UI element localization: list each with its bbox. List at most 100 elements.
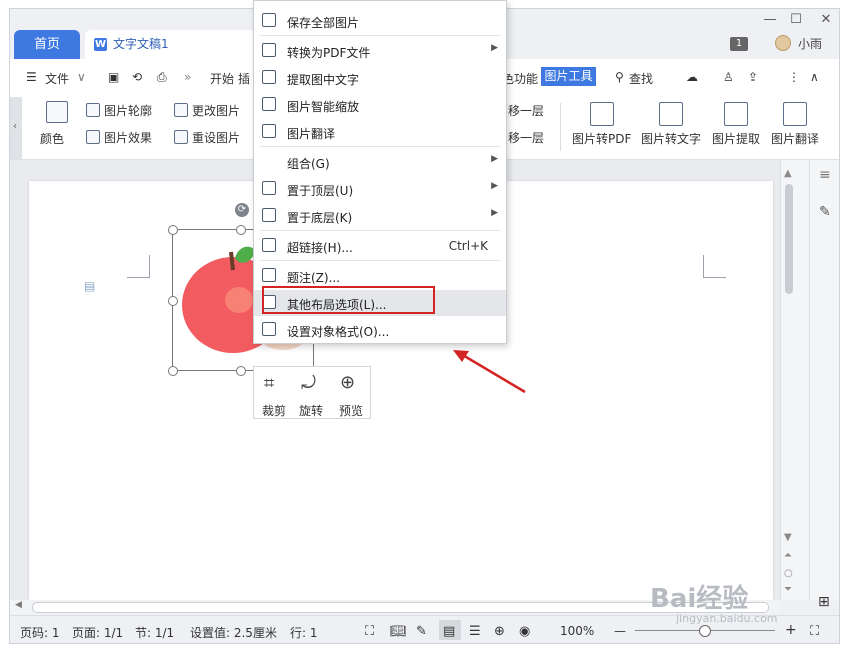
prev-page-icon[interactable]: ⏶ (784, 550, 792, 561)
picture-to-pdf-button[interactable]: 图片转PDF (572, 130, 631, 147)
zoom-out-icon[interactable]: — (614, 624, 626, 638)
color-button[interactable]: 颜色 (40, 130, 64, 147)
menu-feature-partial[interactable]: 色功能 (502, 70, 538, 87)
zoom-in-icon[interactable]: + (785, 622, 797, 638)
status-page-code[interactable]: 页码: 1 (20, 624, 60, 641)
zoom-slider-handle[interactable] (699, 625, 711, 637)
menu-item-smart-scale[interactable]: 图片智能缩放 (254, 92, 506, 118)
paragraph-layout-icon[interactable]: ▤ (84, 279, 95, 293)
next-page-icon[interactable]: ⏷ (784, 584, 792, 595)
outline-view-icon[interactable]: ☰ (469, 624, 481, 639)
menu-search[interactable]: 查找 (629, 70, 653, 87)
select-object-icon[interactable]: ○ (784, 568, 793, 579)
avatar[interactable] (775, 35, 791, 51)
share-icon[interactable]: ⇪ (748, 70, 758, 84)
menu-item-convert-pdf[interactable]: 转换为PDF文件 ▶ (254, 38, 506, 64)
status-pages[interactable]: 页面: 1/1 (72, 624, 123, 641)
reset-picture-button[interactable]: 重设图片 (192, 129, 240, 146)
status-row[interactable]: 行: 1 (290, 624, 318, 641)
search-icon[interactable]: ⚲ (615, 70, 624, 84)
rotate-icon: ⤾ (301, 373, 316, 394)
rotate-handle-icon[interactable]: ⟳ (235, 203, 249, 217)
resize-handle[interactable] (168, 296, 178, 306)
picture-to-pdf-icon (590, 102, 614, 126)
fullscreen-icon[interactable]: ⛶ (365, 624, 374, 639)
menu-item-extract-text[interactable]: 提取图中文字 (254, 65, 506, 91)
outline-button[interactable]: 图片轮廓 (104, 102, 152, 119)
ribbon-scroll-left[interactable]: ‹ (10, 97, 22, 159)
save-icon[interactable]: ▣ (108, 70, 119, 84)
resize-handle[interactable] (168, 225, 178, 235)
tab-home[interactable]: 首页 (14, 30, 80, 59)
picture-to-text-button[interactable]: 图片转文字 (641, 130, 701, 147)
pen-mode-icon[interactable]: ✎ (416, 624, 427, 639)
user-name[interactable]: 小雨 (798, 35, 822, 52)
picture-translate-button[interactable]: 图片翻译 (771, 130, 819, 147)
menu-item-format-object[interactable]: 设置对象格式(O)... (254, 317, 506, 343)
minimize-icon[interactable]: — (760, 11, 780, 29)
resize-handle[interactable] (236, 366, 246, 376)
vertical-scrollbar-thumb[interactable] (785, 184, 793, 294)
resize-handle[interactable] (236, 225, 246, 235)
resize-handle[interactable] (168, 366, 178, 376)
pdf-icon (262, 43, 276, 57)
more-icon[interactable]: » (184, 70, 191, 84)
bring-forward-button[interactable]: 移一层 (508, 102, 544, 119)
print-icon[interactable]: ⎙ (157, 70, 167, 85)
menu-file[interactable]: 文件 (45, 70, 69, 87)
picture-color-icon[interactable] (46, 101, 68, 123)
tab-picture-tools[interactable]: 图片工具 (541, 67, 596, 86)
rotate-button[interactable]: ⤾ 旋转 (292, 371, 330, 418)
menu-item-label: 组合(G) (287, 157, 330, 171)
scroll-up-icon[interactable]: ▲ (784, 168, 792, 179)
status-setting-value[interactable]: 设置值: 2.5厘米 (190, 624, 277, 641)
send-backward-button[interactable]: 移一层 (508, 129, 544, 146)
fit-window-icon[interactable]: ⛶ (810, 624, 819, 639)
crop-button[interactable]: ⌗ 裁剪 (255, 371, 293, 418)
change-picture-button[interactable]: 更改图片 (192, 102, 240, 119)
zoom-level[interactable]: 100% (560, 624, 594, 638)
writer-doc-icon: W (94, 38, 107, 51)
menu-insert-partial[interactable]: 插 (238, 70, 250, 87)
menu-item-hyperlink[interactable]: 超链接(H)... Ctrl+K (254, 233, 506, 259)
close-icon[interactable]: ✕ (816, 11, 836, 29)
scroll-left-icon[interactable]: ◀ (15, 600, 22, 610)
hamburger-icon[interactable]: ☰ (26, 70, 37, 84)
collapse-ribbon-icon[interactable]: ∧ (810, 70, 819, 84)
menu-item-save-all-images[interactable]: 保存全部图片 (254, 8, 506, 34)
menu-item-label: 转换为PDF文件 (287, 46, 371, 60)
menu-item-label: 设置对象格式(O)... (287, 325, 390, 339)
menu-item-bring-to-front[interactable]: 置于顶层(U) ▶ (254, 176, 506, 202)
read-mode-icon[interactable]: 📖︎ (390, 624, 407, 639)
page-view-icon[interactable]: ▤ (443, 624, 455, 639)
share-user-icon[interactable]: ♙ (723, 70, 734, 84)
pen-icon[interactable]: ✎ (819, 204, 831, 220)
menu-item-translate[interactable]: 图片翻译 (254, 119, 506, 145)
send-back-icon (262, 208, 276, 222)
menu-lines-icon[interactable]: ≡ (819, 167, 831, 183)
picture-extract-button[interactable]: 图片提取 (712, 130, 760, 147)
tab-document[interactable]: W 文字文稿1 (85, 30, 260, 59)
menu-item-group[interactable]: 组合(G) ▶ (254, 149, 506, 175)
annotation-highlight-box (262, 286, 435, 314)
submenu-arrow-icon: ▶ (491, 208, 498, 218)
chevron-down-icon[interactable]: ∨ (77, 70, 86, 84)
web-view-icon[interactable]: ⊕ (494, 624, 505, 639)
ocr-icon (262, 70, 276, 84)
format-object-icon (262, 322, 276, 336)
menu-item-label: 提取图中文字 (287, 73, 360, 87)
undo-icon[interactable]: ⟲ (132, 70, 142, 84)
effect-button[interactable]: 图片效果 (104, 129, 152, 146)
cloud-icon[interactable]: ☁ (686, 70, 698, 84)
eye-protection-icon[interactable]: ◉ (519, 624, 530, 639)
menu-start[interactable]: 开始 (210, 70, 234, 87)
scroll-down-icon[interactable]: ▼ (784, 532, 792, 543)
preview-label: 预览 (338, 404, 363, 418)
menu-item-send-to-back[interactable]: 置于底层(K) ▶ (254, 203, 506, 229)
more-vertical-icon[interactable]: ⋮ (788, 70, 800, 84)
status-section[interactable]: 节: 1/1 (135, 624, 174, 641)
app-grid-icon[interactable]: ⊞ (818, 594, 830, 610)
preview-button[interactable]: ⊕ 预览 (332, 371, 370, 418)
window-count-badge[interactable]: 1 (730, 37, 748, 51)
maximize-icon[interactable]: ☐ (786, 11, 806, 29)
